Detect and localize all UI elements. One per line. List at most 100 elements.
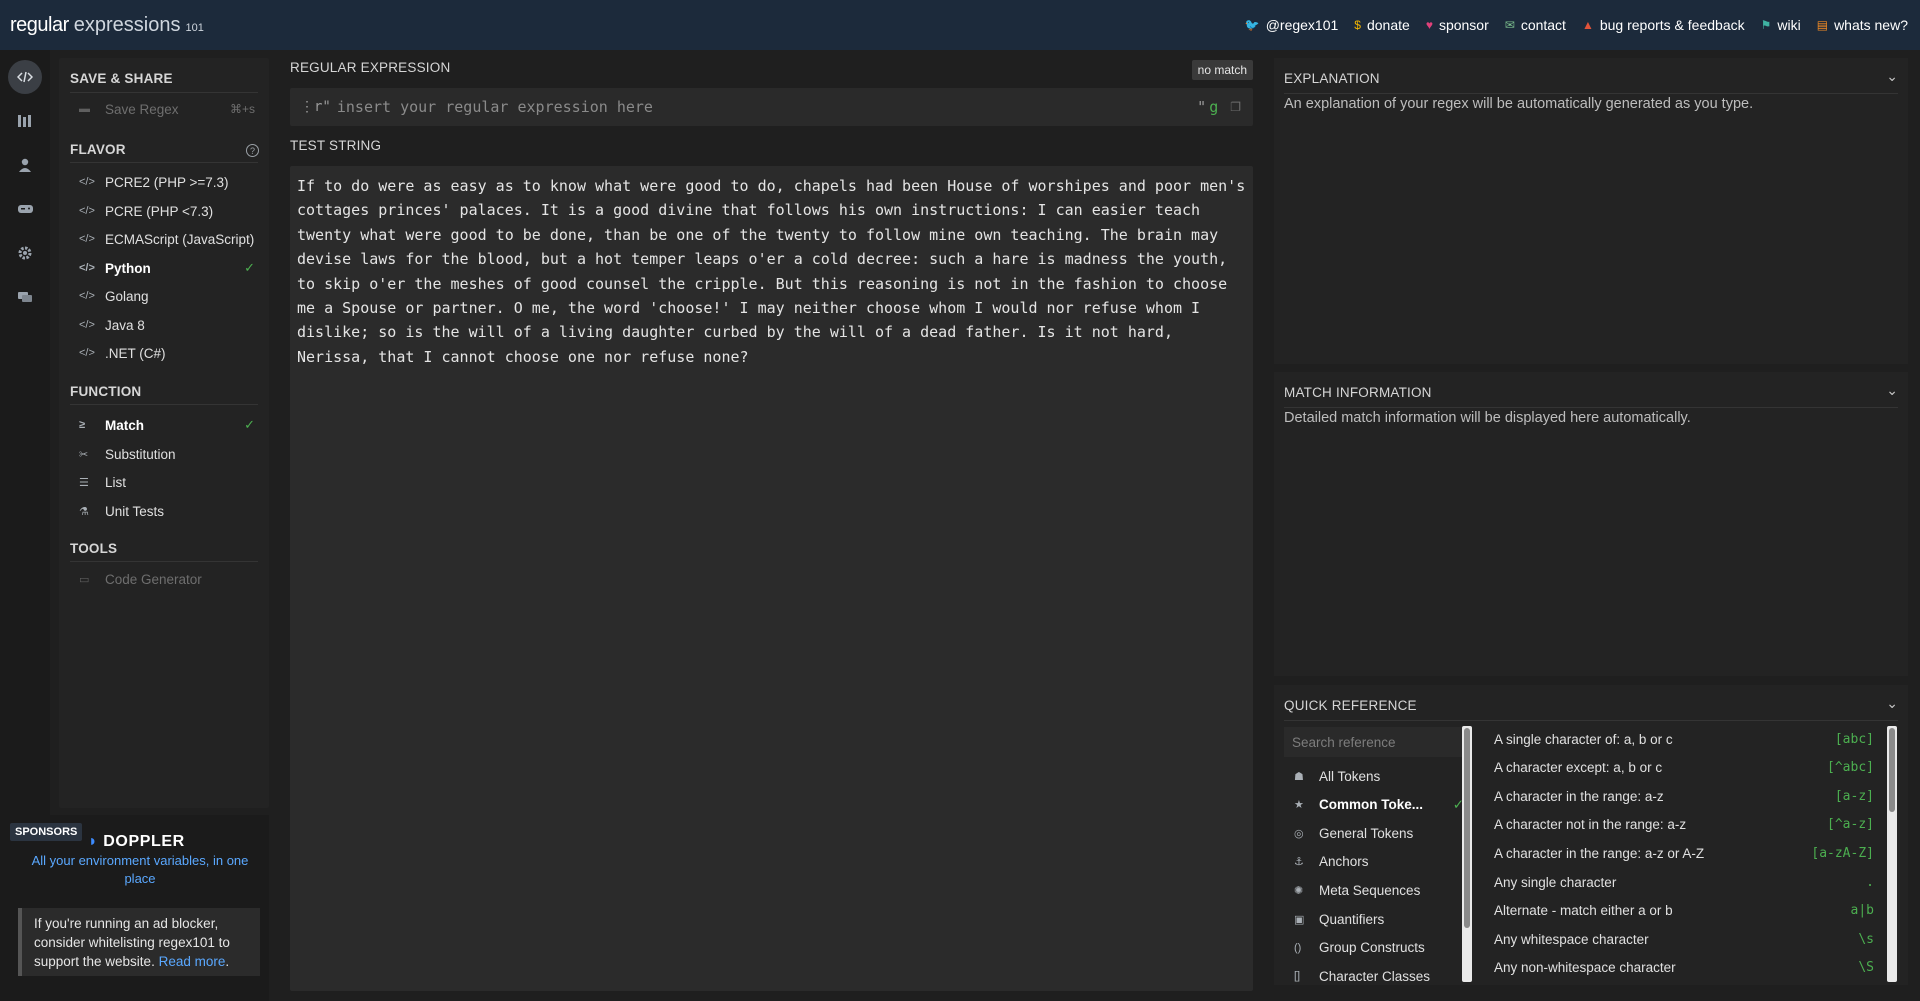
divider [70,561,258,562]
function-option[interactable]: ≥ Match ✓ [79,414,255,436]
reference-entry[interactable]: A single character of: a, b or c [abc] [1494,727,1874,751]
logo-main-text: regular [10,13,69,36]
reference-category[interactable]: [] Character Classes [1294,965,1464,987]
flask-icon: ⚗ [79,505,89,518]
toplink-donate[interactable]: $ donate [1354,17,1410,33]
explanation-heading: EXPLANATION [1284,71,1380,86]
left-sidebar: SAVE & SHARE ▬ Save Regex ⌘+s FLAVOR ? <… [59,58,269,808]
entry-description: Any whitespace character [1494,931,1649,947]
stack-icon: ☗ [1294,770,1304,783]
function-option[interactable]: ☰ List [79,471,255,493]
function-label: Match [105,417,145,433]
flavor-option[interactable]: </> Python ✓ [79,257,255,279]
test-string-editor[interactable]: If to do were as easy as to know what we… [290,166,1253,991]
flavor-option[interactable]: </> Java 8 [79,314,255,336]
toplink-sponsor[interactable]: ♥ sponsor [1426,17,1489,33]
divider [70,162,258,163]
read-more-link[interactable]: Read more [159,954,226,969]
reference-category[interactable]: ▣ Quantifiers [1294,908,1464,930]
cog-icon: ✺ [1294,884,1304,897]
checkmark-icon: ✓ [244,417,255,432]
code-editor-icon[interactable] [8,60,42,94]
reference-category[interactable]: ⚓ Anchors [1294,851,1464,873]
explanation-panel: EXPLANATION ⌄ An explanation of your reg… [1274,58,1908,364]
flavor-option[interactable]: </> PCRE (PHP <7.3) [79,200,255,222]
reference-category[interactable]: ✺ Meta Sequences [1294,879,1464,901]
test-string-label: TEST STRING [290,138,382,153]
code-icon: </> [79,319,95,331]
match-information-panel: MATCH INFORMATION ⌄ Detailed match infor… [1274,372,1908,676]
toplink-label: donate [1366,17,1410,33]
reference-entry[interactable]: A character not in the range: a-z [^a-z] [1494,813,1874,837]
reference-entry[interactable]: Alternate - match either a or b a|b [1494,899,1874,923]
anchor-icon: ⚓ [1294,856,1304,869]
save-regex-button[interactable]: ▬ Save Regex ⌘+s [79,98,255,120]
chat-icon[interactable] [8,280,42,314]
sponsor-logo[interactable]: ◗ DOPPLER [88,833,185,851]
flavor-option[interactable]: </> PCRE2 (PHP >=7.3) [79,171,255,193]
toplink-label: bug reports & feedback [1599,17,1745,33]
sponsor-tagline[interactable]: All your environment variables, in one p… [30,852,250,888]
regex-flags[interactable]: " g [1197,98,1218,116]
flavor-label: Golang [105,288,149,304]
categories-scrollbar[interactable] [1462,726,1472,982]
function-label: Unit Tests [105,503,165,519]
code-icon: </> [79,205,95,217]
function-option[interactable]: ⚗ Unit Tests [79,500,255,522]
flavor-option[interactable]: </> ECMAScript (JavaScript) [79,228,255,250]
toplink-whats-new[interactable]: ▤ whats new? [1817,17,1908,33]
flavor-label: PCRE (PHP <7.3) [105,203,214,219]
reference-category[interactable]: ◎ General Tokens [1294,822,1464,844]
twitter-icon: 🐦 [1244,18,1260,32]
entry-token: [abc] [1834,731,1874,747]
chevron-down-icon[interactable]: ⌄ [1886,382,1898,399]
regex-input[interactable] [336,98,1157,116]
code-generator-button[interactable]: ▭ Code Generator [79,568,255,590]
entries-scrollbar[interactable] [1887,726,1897,982]
app-logo[interactable]: regular expressions 101 [10,14,204,37]
reference-category[interactable]: ☗ All Tokens [1294,765,1464,787]
reference-category[interactable]: ★ Common Toke... ✓ [1294,794,1464,816]
toplink-regex101[interactable]: 🐦 @regex101 [1245,17,1339,33]
category-label: Anchors [1319,854,1369,870]
entry-token: \s [1858,931,1874,947]
divider [1284,407,1898,408]
terminal-icon: ≥ [79,419,86,431]
help-icon[interactable]: ? [246,144,259,157]
reference-entry[interactable]: A character in the range: a-z [a-z] [1494,784,1874,808]
reference-search-input[interactable] [1284,727,1464,757]
entry-description: A single character of: a, b or c [1494,731,1673,747]
quiz-gamepad-icon[interactable] [8,192,42,226]
settings-gear-icon[interactable] [8,236,42,270]
entry-description: A character not in the range: a-z [1494,817,1687,833]
reference-entry[interactable]: Any single character. [1494,870,1874,894]
chevron-down-icon[interactable]: ⌄ [1886,695,1898,712]
entry-token: a|b [1850,903,1874,919]
entry-description: A character except: a, b or c [1494,760,1663,776]
category-label: General Tokens [1319,825,1414,841]
toplink-contact[interactable]: ✉ contact [1505,17,1566,33]
flavor-option[interactable]: </> Golang [79,285,255,307]
category-label: Group Constructs [1319,940,1425,956]
function-option[interactable]: ✂ Substitution [79,443,255,465]
reference-entry[interactable]: Any whitespace character \s [1494,927,1874,951]
account-icon[interactable] [8,148,42,182]
reference-entry[interactable]: A character in the range: a-z or A-Z [a-z… [1494,841,1874,865]
toplink-wiki[interactable]: ⚑ wiki [1761,17,1801,33]
entry-description: Any non-whitespace character [1494,960,1676,976]
top-links: 🐦 @regex101 $ donate ♥ sponsor ✉ contact ▲ bug re… [1245,17,1908,33]
reference-category[interactable]: () Group Constructs [1294,937,1464,959]
toplink-bug-reports-feedback[interactable]: ▲ bug reports & feedback [1582,17,1745,33]
reference-entry[interactable]: A character except: a, b or c [^abc] [1494,756,1874,780]
heart-icon: ♥ [1425,18,1433,32]
reference-entry[interactable]: Any non-whitespace character \S [1494,956,1874,980]
flavor-option[interactable]: </> .NET (C#) [79,342,255,364]
copy-icon[interactable]: ❐ [1230,100,1241,114]
chevron-down-icon[interactable]: ⌄ [1886,68,1898,85]
library-icon[interactable] [8,104,42,138]
doppler-logo-icon: ◗ [88,833,99,850]
warning-icon: ▲ [1581,18,1594,32]
top-bar: regular expressions 101 🐦 @regex101 $ donat… [0,0,1920,50]
envelope-icon: ✉ [1504,18,1515,32]
flavor-label: PCRE2 (PHP >=7.3) [105,174,229,190]
